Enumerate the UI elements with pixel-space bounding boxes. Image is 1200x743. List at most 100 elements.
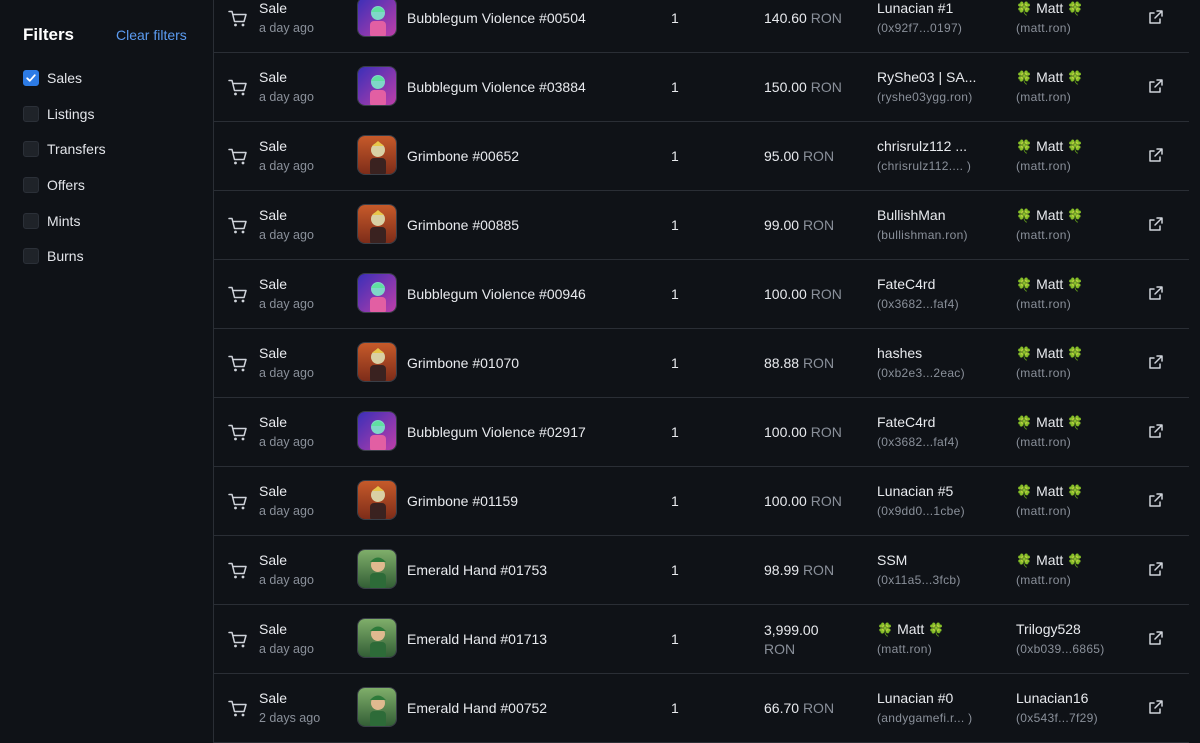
external-link-icon[interactable] (1148, 561, 1164, 582)
from-user-link[interactable]: FateC4rd (877, 276, 935, 292)
nft-thumbnail[interactable] (357, 135, 397, 175)
table-row[interactable]: Sale a day ago Grimbone #00652 1 95.00 RON ch… (214, 122, 1189, 191)
filter-checkbox-listings[interactable] (23, 106, 39, 122)
item-name-link[interactable]: Grimbone #00885 (407, 217, 519, 233)
item-name-link[interactable]: Bubblegum Violence #00504 (407, 10, 586, 26)
external-link-icon[interactable] (1148, 9, 1164, 30)
table-row[interactable]: Sale a day ago Grimbone #01159 1 100.00 RON L… (214, 467, 1189, 536)
price-unit: RON (810, 286, 842, 302)
external-link-icon[interactable] (1148, 699, 1164, 720)
external-link-icon[interactable] (1148, 78, 1164, 99)
price-value: 99.00 (764, 217, 800, 233)
clear-filters-link[interactable]: Clear filters (116, 27, 187, 43)
external-link-icon[interactable] (1148, 630, 1164, 651)
nft-thumbnail[interactable] (357, 480, 397, 520)
filter-option-offers[interactable]: Offers (23, 175, 85, 195)
nft-thumbnail[interactable] (357, 204, 397, 244)
cart-icon (228, 700, 248, 723)
external-link-icon[interactable] (1148, 147, 1164, 168)
nft-thumbnail[interactable] (357, 66, 397, 106)
external-link-icon[interactable] (1148, 216, 1164, 237)
from-address: (0xb2e3...2eac) (877, 366, 965, 380)
cart-icon (228, 493, 248, 516)
from-address: (chrisrulz112.... ) (877, 159, 972, 173)
filter-checkbox-burns[interactable] (23, 248, 39, 264)
price: 98.99 RON (764, 562, 834, 578)
item-name-link[interactable]: Emerald Hand #01713 (407, 631, 547, 647)
to-user-link[interactable]: 🍀 Matt 🍀 (1016, 207, 1083, 224)
from-user-link[interactable]: Lunacian #0 (877, 690, 953, 706)
filter-checkbox-offers[interactable] (23, 177, 39, 193)
from-user-link[interactable]: hashes (877, 345, 922, 361)
from-user-link[interactable]: Lunacian #1 (877, 0, 953, 16)
from-user-link[interactable]: RyShe03 | SA... (877, 69, 976, 85)
item-name-link[interactable]: Emerald Hand #00752 (407, 700, 547, 716)
to-address: (0xb039...6865) (1016, 642, 1105, 656)
item-name-link[interactable]: Grimbone #01070 (407, 355, 519, 371)
table-row[interactable]: Sale a day ago Emerald Hand #01713 1 3,999.0… (214, 605, 1189, 674)
price: 150.00 RON (764, 79, 842, 95)
filter-option-transfers[interactable]: Transfers (23, 139, 106, 159)
table-row[interactable]: Sale 2 days ago Emerald Hand #00752 1 66.70 … (214, 674, 1189, 743)
filters-sidebar: Filters Clear filters Sales Listings Trans… (0, 0, 213, 735)
item-name-link[interactable]: Emerald Hand #01753 (407, 562, 547, 578)
item-name-link[interactable]: Bubblegum Violence #03884 (407, 79, 586, 95)
event-time: a day ago (259, 366, 314, 380)
external-link-icon[interactable] (1148, 423, 1164, 444)
external-link-icon[interactable] (1148, 354, 1164, 375)
from-user-link[interactable]: chrisrulz112 ... (877, 138, 967, 154)
price-unit: RON (802, 148, 835, 164)
external-link-icon[interactable] (1148, 492, 1164, 513)
item-name-link[interactable]: Bubblegum Violence #02917 (407, 424, 586, 440)
to-user-link[interactable]: 🍀 Matt 🍀 (1016, 0, 1083, 17)
nft-thumbnail[interactable] (357, 549, 397, 589)
filter-checkbox-transfers[interactable] (23, 141, 39, 157)
quantity: 1 (671, 355, 679, 371)
to-user-link[interactable]: 🍀 Matt 🍀 (1016, 69, 1083, 86)
cart-icon (228, 355, 248, 378)
from-user-link[interactable]: 🍀 Matt 🍀 (877, 621, 944, 638)
to-user-link[interactable]: 🍀 Matt 🍀 (1016, 345, 1083, 362)
table-row[interactable]: Sale a day ago Grimbone #01070 1 88.88 RON ha… (214, 329, 1189, 398)
filter-checkbox-sales[interactable] (23, 70, 39, 86)
to-user-link[interactable]: Lunacian16 (1016, 690, 1088, 706)
table-row[interactable]: Sale a day ago Bubblegum Violence #02917 1 1… (214, 398, 1189, 467)
to-user-link[interactable]: 🍀 Matt 🍀 (1016, 552, 1083, 569)
from-user-link[interactable]: Lunacian #5 (877, 483, 953, 499)
filter-option-listings[interactable]: Listings (23, 104, 94, 124)
table-row[interactable]: Sale a day ago Grimbone #00885 1 99.00 RON Bu… (214, 191, 1189, 260)
from-user-link[interactable]: FateC4rd (877, 414, 935, 430)
to-user-link[interactable]: 🍀 Matt 🍀 (1016, 138, 1083, 155)
table-row[interactable]: Sale a day ago Bubblegum Violence #03884 1 1… (214, 53, 1189, 122)
nft-thumbnail[interactable] (357, 618, 397, 658)
filter-option-mints[interactable]: Mints (23, 211, 80, 231)
nft-thumbnail[interactable] (357, 687, 397, 727)
item-name-link[interactable]: Grimbone #01159 (407, 493, 518, 509)
filter-checkbox-mints[interactable] (23, 213, 39, 229)
from-user-link[interactable]: BullishMan (877, 207, 945, 223)
to-address: (matt.ron) (1016, 573, 1072, 587)
filter-option-sales[interactable]: Sales (23, 68, 82, 88)
table-row[interactable]: Sale a day ago Bubblegum Violence #00946 1 1… (214, 260, 1189, 329)
from-user-link[interactable]: SSM (877, 552, 907, 568)
price: 140.60 RON (764, 10, 842, 26)
to-user-link[interactable]: 🍀 Matt 🍀 (1016, 276, 1083, 293)
item-name-link[interactable]: Grimbone #00652 (407, 148, 519, 164)
to-user-link[interactable]: 🍀 Matt 🍀 (1016, 483, 1083, 500)
price: 100.00 RON (764, 493, 842, 509)
to-user-link[interactable]: Trilogy528 (1016, 621, 1081, 637)
table-row[interactable]: Sale a day ago Bubblegum Violence #00504 1 1… (214, 0, 1189, 53)
nft-thumbnail[interactable] (357, 342, 397, 382)
nft-thumbnail[interactable] (357, 273, 397, 313)
to-user-link[interactable]: 🍀 Matt 🍀 (1016, 414, 1083, 431)
event-type: Sale (259, 276, 288, 292)
item-name-link[interactable]: Bubblegum Violence #00946 (407, 286, 586, 302)
filter-option-burns[interactable]: Burns (23, 246, 84, 266)
price: 95.00 RON (764, 148, 834, 164)
nft-thumbnail[interactable] (357, 411, 397, 451)
nft-thumbnail[interactable] (357, 0, 397, 37)
external-link-icon[interactable] (1148, 285, 1164, 306)
price-unit: RON (810, 79, 842, 95)
event-type: Sale (259, 414, 288, 430)
table-row[interactable]: Sale a day ago Emerald Hand #01753 1 98.99 R… (214, 536, 1189, 605)
